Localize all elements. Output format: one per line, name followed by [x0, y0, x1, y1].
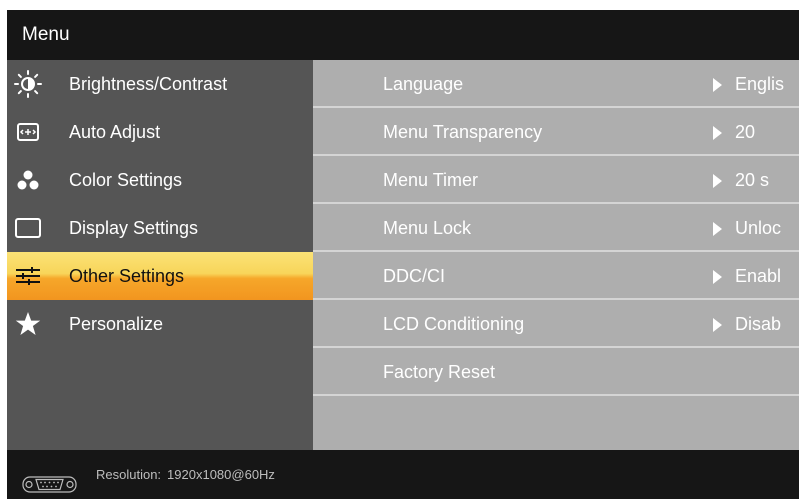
star-icon — [13, 300, 43, 348]
setting-label: LCD Conditioning — [383, 314, 525, 334]
arrow-right-icon — [713, 270, 722, 284]
resolution-readout: Resolution: 1920x1080@60Hz — [96, 450, 275, 499]
sliders-icon — [13, 252, 43, 300]
setting-row-menu-transparency[interactable]: Menu Transparency 20 — [313, 108, 799, 156]
sidebar-item-label: Brightness/Contrast — [69, 74, 228, 94]
setting-label: Factory Reset — [383, 362, 496, 382]
osd-menu: Menu Brightness/Contrast Auto Adjust Col… — [7, 10, 799, 499]
setting-label: Menu Transparency — [383, 122, 543, 142]
setting-value: Enabl — [735, 266, 782, 286]
display-rectangle-icon — [13, 204, 43, 252]
sidebar-item-label: Display Settings — [69, 218, 199, 238]
arrow-right-icon — [713, 78, 722, 92]
vga-connector-icon — [22, 465, 77, 493]
status-footer: Resolution: 1920x1080@60Hz — [7, 450, 799, 499]
setting-label: Language — [383, 74, 464, 94]
sidebar-item-brightness-contrast[interactable]: Brightness/Contrast — [7, 60, 313, 108]
setting-row-language[interactable]: Language Englis — [313, 60, 799, 108]
setting-row-lcd-conditioning[interactable]: LCD Conditioning Disab — [313, 300, 799, 348]
arrow-right-icon — [713, 318, 722, 332]
sidebar-item-label: Color Settings — [69, 170, 183, 190]
sidebar-item-display-settings[interactable]: Display Settings — [7, 204, 313, 252]
setting-label: DDC/CI — [383, 266, 445, 286]
settings-panel: Language Englis Menu Transparency 20 Men… — [313, 60, 799, 450]
sidebar-item-label: Other Settings — [69, 266, 185, 286]
brightness-icon — [13, 60, 43, 108]
setting-value: Englis — [735, 74, 785, 94]
resolution-label: Resolution: — [96, 467, 162, 482]
setting-row-menu-lock[interactable]: Menu Lock Unloc — [313, 204, 799, 252]
setting-value: 20 s — [735, 170, 770, 190]
setting-row-ddc-ci[interactable]: DDC/CI Enabl — [313, 252, 799, 300]
sidebar-item-auto-adjust[interactable]: Auto Adjust — [7, 108, 313, 156]
menu-title: Menu — [22, 24, 70, 45]
sidebar-item-color-settings[interactable]: Color Settings — [7, 156, 313, 204]
resolution-value: 1920x1080@60Hz — [167, 467, 275, 482]
menu-header: Menu — [7, 10, 799, 60]
setting-label: Menu Lock — [383, 218, 472, 238]
arrow-right-icon — [713, 222, 722, 236]
setting-row-menu-timer[interactable]: Menu Timer 20 s — [313, 156, 799, 204]
setting-value: Disab — [735, 314, 782, 334]
setting-label: Menu Timer — [383, 170, 479, 190]
sidebar-item-label: Personalize — [69, 314, 164, 334]
category-sidebar: Brightness/Contrast Auto Adjust Color Se… — [7, 60, 313, 450]
setting-value: 20 — [735, 122, 756, 142]
sidebar-item-label: Auto Adjust — [69, 122, 161, 142]
color-dots-icon — [13, 156, 43, 204]
arrow-right-icon — [713, 174, 722, 188]
setting-row-factory-reset[interactable]: Factory Reset — [313, 348, 799, 396]
arrow-right-icon — [713, 126, 722, 140]
sidebar-item-personalize[interactable]: Personalize — [7, 300, 313, 348]
setting-value: Unloc — [735, 218, 782, 238]
sidebar-item-other-settings[interactable]: Other Settings — [7, 252, 313, 300]
auto-adjust-icon — [13, 108, 43, 156]
